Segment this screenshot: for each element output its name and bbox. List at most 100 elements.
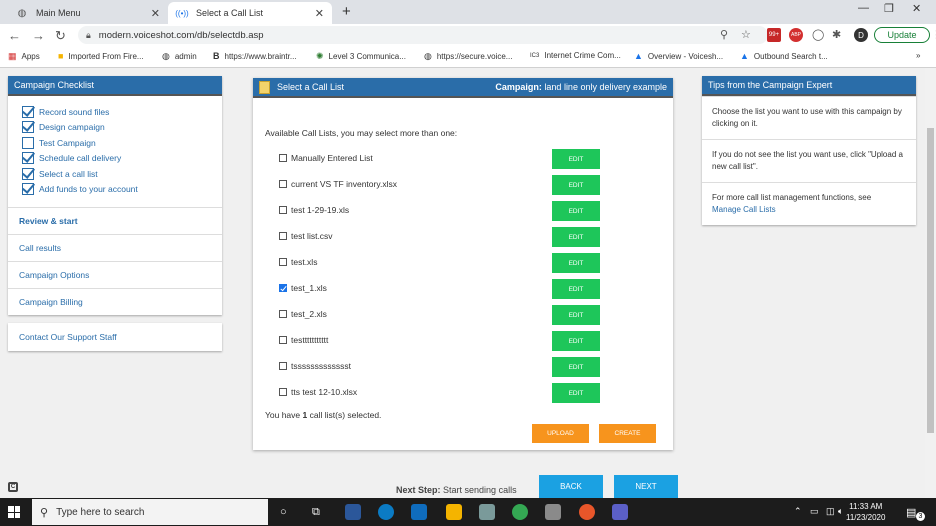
network-icon[interactable]: ◫ xyxy=(826,506,835,517)
list-item[interactable]: tssssssssssssst xyxy=(279,356,659,376)
teams-icon[interactable] xyxy=(612,504,628,520)
list-item[interactable]: test_1.xls xyxy=(279,278,659,298)
close-icon[interactable]: ✕ xyxy=(151,7,160,20)
app-icon[interactable] xyxy=(479,504,495,520)
word-icon[interactable] xyxy=(345,504,361,520)
adblock-icon[interactable]: ABP xyxy=(789,28,803,42)
nav-call-results[interactable]: Call results xyxy=(8,234,222,261)
checklist-item[interactable]: Record sound files xyxy=(22,104,212,120)
close-window-icon[interactable]: ✕ xyxy=(912,2,921,15)
list-checkbox[interactable] xyxy=(279,336,287,344)
menu-dots-icon[interactable]: ⋮ xyxy=(931,28,936,41)
tab-main-menu[interactable]: ◍ Main Menu ✕ xyxy=(8,2,168,24)
scrollbar-thumb[interactable] xyxy=(927,128,934,433)
nav-campaign-billing[interactable]: Campaign Billing xyxy=(8,288,222,315)
edit-button[interactable]: EDIT xyxy=(552,279,600,299)
list-item[interactable]: testtttttttttt xyxy=(279,330,659,350)
circle-extension-icon[interactable]: ◯ xyxy=(812,28,824,41)
cortana-icon[interactable]: ○ xyxy=(280,506,287,518)
app-circle-icon[interactable] xyxy=(579,504,595,520)
list-checkbox[interactable] xyxy=(279,284,287,292)
forward-arrow-icon[interactable]: → xyxy=(32,28,45,43)
nav-campaign-options[interactable]: Campaign Options xyxy=(8,261,222,288)
back-arrow-icon[interactable]: ← xyxy=(8,28,21,43)
bookmark-level3[interactable]: ✺ Level 3 Communica... xyxy=(316,51,406,62)
edit-button[interactable]: EDIT xyxy=(552,253,600,273)
update-button[interactable]: Update xyxy=(874,27,930,43)
list-item[interactable]: test list.csv xyxy=(279,226,659,246)
battery-icon[interactable]: ▭ xyxy=(810,506,819,517)
taskbar-search-input[interactable]: ⚲ Type here to search xyxy=(32,499,268,525)
list-checkbox[interactable] xyxy=(279,180,287,188)
edit-button[interactable]: EDIT xyxy=(552,305,600,325)
new-tab-icon[interactable]: + xyxy=(342,3,351,20)
volume-icon[interactable]: 🔈︎ xyxy=(838,506,843,517)
bookmark-apps[interactable]: ▦ Apps xyxy=(8,51,40,62)
next-button[interactable]: NEXT xyxy=(614,475,678,498)
create-button[interactable]: CREATE xyxy=(599,424,656,443)
edit-button[interactable]: EDIT xyxy=(552,149,600,169)
edit-button[interactable]: EDIT xyxy=(552,201,600,221)
list-checkbox[interactable] xyxy=(279,154,287,162)
task-view-icon[interactable]: ⧉ xyxy=(312,506,320,519)
edit-button[interactable]: EDIT xyxy=(552,357,600,377)
checklist-label: Design campaign xyxy=(39,122,105,133)
contact-support-link[interactable]: Contact Our Support Staff xyxy=(8,323,222,351)
bookmark-folder[interactable]: ■ Imported From Fire... xyxy=(58,51,144,61)
list-checkbox[interactable] xyxy=(279,362,287,370)
checklist-item[interactable]: Schedule call delivery xyxy=(22,151,212,167)
edit-button[interactable]: EDIT xyxy=(552,331,600,351)
avatar[interactable]: D xyxy=(854,28,868,42)
chrome-icon[interactable] xyxy=(512,504,528,520)
list-item[interactable]: Manually Entered List xyxy=(279,148,659,168)
checklist-item[interactable]: Design campaign xyxy=(22,120,212,136)
bookmark-secure-voice[interactable]: ◍ https://secure.voice... xyxy=(424,51,512,62)
outlook-icon[interactable] xyxy=(411,504,427,520)
list-name: test_2.xls xyxy=(291,309,327,319)
bookmark-ic3[interactable]: IC3 Internet Crime Com... xyxy=(530,51,621,60)
bookmark-overview[interactable]: ▲ Overview - Voicesh... xyxy=(634,51,723,61)
snipping-tool-icon[interactable] xyxy=(545,504,561,520)
restore-icon[interactable]: ❐ xyxy=(884,2,894,15)
reload-icon[interactable]: ↻ xyxy=(55,28,66,44)
minimize-icon[interactable]: — xyxy=(858,2,869,14)
file-explorer-icon[interactable] xyxy=(446,504,462,520)
list-checkbox[interactable] xyxy=(279,232,287,240)
taskbar-clock[interactable]: 11:33 AM 11/23/2020 xyxy=(846,501,885,523)
bookmarks-overflow-icon[interactable]: » xyxy=(916,51,920,60)
edit-button[interactable]: EDIT xyxy=(552,227,600,247)
checklist-item[interactable]: Test Campaign xyxy=(22,135,212,151)
edge-icon[interactable] xyxy=(378,504,394,520)
checklist-item[interactable]: Select a call list xyxy=(22,166,212,182)
edit-button[interactable]: EDIT xyxy=(552,175,600,195)
windows-start-icon[interactable] xyxy=(8,506,20,518)
list-item[interactable]: test.xls xyxy=(279,252,659,272)
star-icon[interactable]: ☆ xyxy=(741,28,751,41)
url-field[interactable]: 🔒︎ modern.voiceshot.com/db/selectdb.asp xyxy=(78,26,768,44)
nav-review-start[interactable]: Review & start xyxy=(8,207,222,234)
tray-chevron-icon[interactable]: ⌃ xyxy=(794,506,802,517)
edit-button[interactable]: EDIT xyxy=(552,383,600,403)
list-item[interactable]: test_2.xls xyxy=(279,304,659,324)
list-item[interactable]: current VS TF inventory.xlsx xyxy=(279,174,659,194)
puzzle-icon[interactable]: ✱ xyxy=(832,28,841,41)
manage-call-lists-link[interactable]: Manage Call Lists xyxy=(712,205,776,214)
checklist-item[interactable]: Add funds to your account xyxy=(22,182,212,198)
list-checkbox[interactable] xyxy=(279,388,287,396)
extension-icon[interactable]: 99+ xyxy=(767,28,781,42)
globe-icon: ◍ xyxy=(424,51,432,61)
close-icon[interactable]: ✕ xyxy=(315,7,324,20)
list-checkbox[interactable] xyxy=(279,206,287,214)
bookmark-outbound[interactable]: ▲ Outbound Search t... xyxy=(740,51,828,61)
list-item[interactable]: tts test 12-10.xlsx xyxy=(279,382,659,402)
back-button[interactable]: BACK xyxy=(539,475,603,498)
bookmark-braintree[interactable]: Bhttps://www.braintr... xyxy=(213,51,297,61)
bookmark-admin[interactable]: ◍ admin xyxy=(162,51,197,62)
upload-button[interactable]: UPLOAD xyxy=(532,424,589,443)
list-item[interactable]: test 1-29-19.xls xyxy=(279,200,659,220)
list-checkbox[interactable] xyxy=(279,310,287,318)
notification-icon[interactable]: ▤ xyxy=(906,506,916,519)
zoom-icon[interactable]: ⚲ xyxy=(720,28,728,41)
tab-select-call-list[interactable]: ((•)) Select a Call List ✕ xyxy=(168,2,332,24)
list-checkbox[interactable] xyxy=(279,258,287,266)
